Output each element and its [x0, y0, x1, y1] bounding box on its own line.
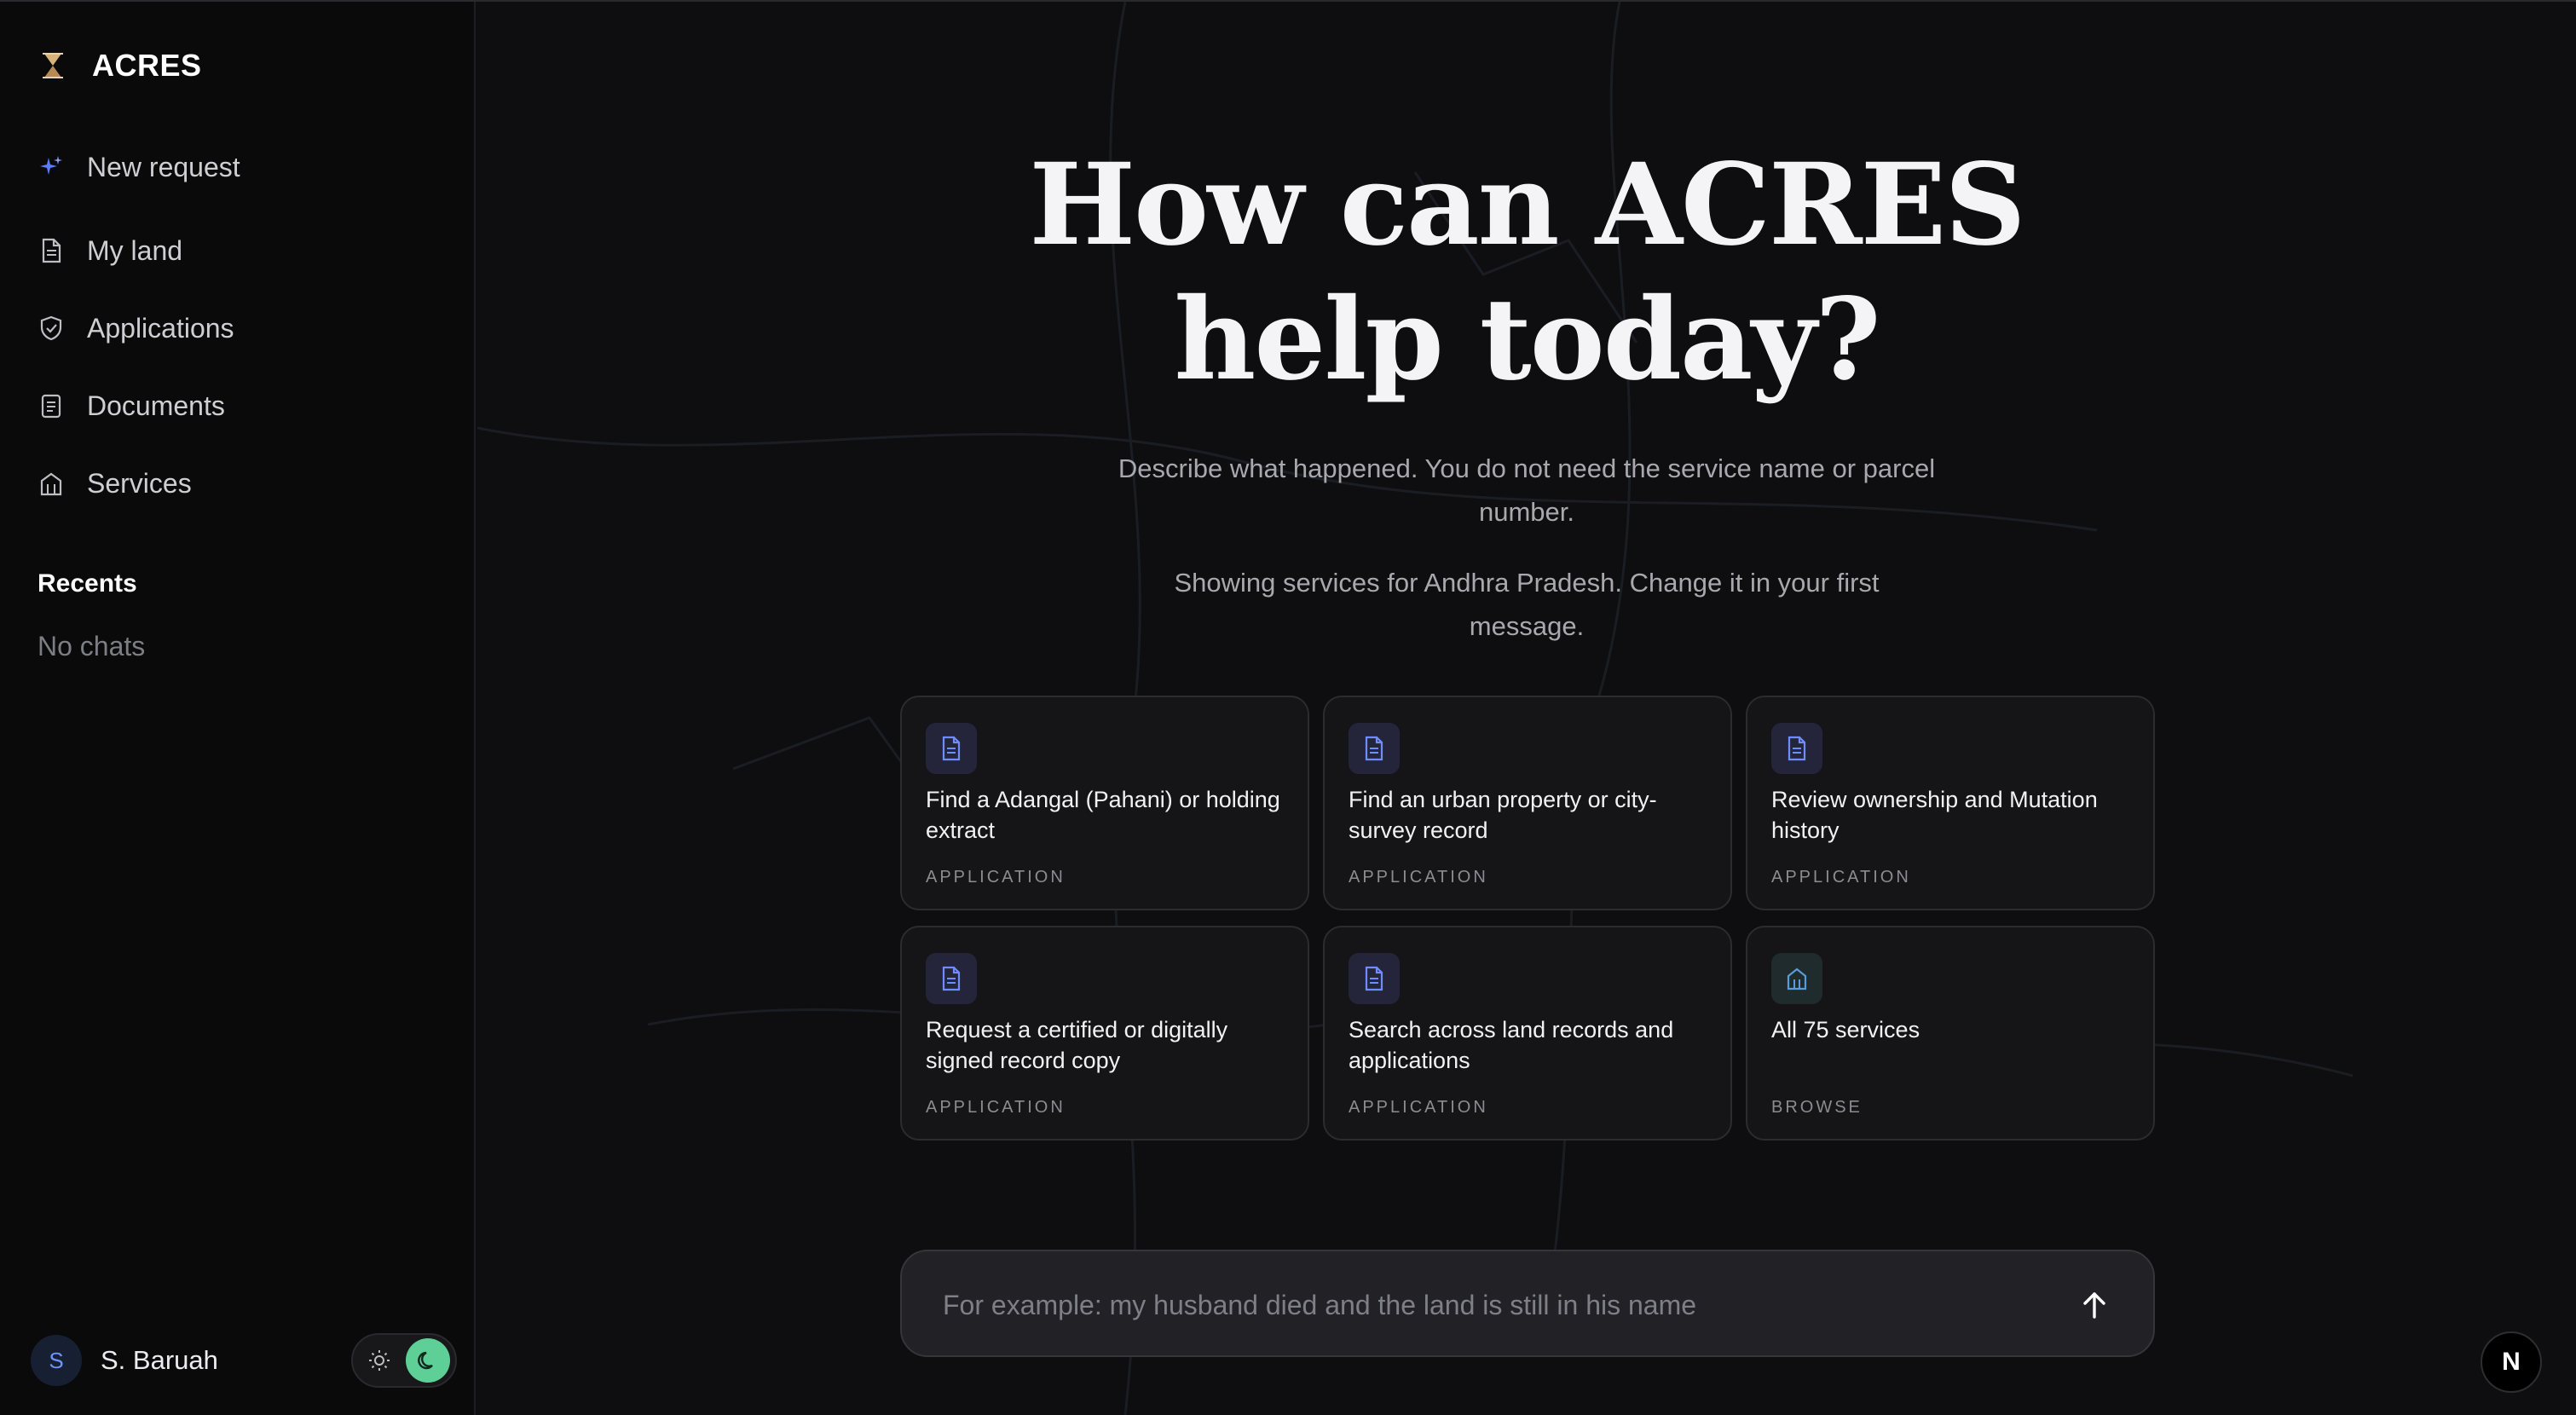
- moon-icon[interactable]: [406, 1338, 450, 1383]
- sidebar-item-my-land[interactable]: My land: [38, 228, 447, 273]
- card-tag: APPLICATION: [1349, 868, 1488, 887]
- sidebar-item-label: Documents: [87, 390, 225, 421]
- app-window: ACRES New request My land Applications D…: [0, 0, 2576, 1415]
- document-icon: [38, 237, 65, 264]
- user-profile[interactable]: S S. Baruah: [31, 1335, 218, 1386]
- sidebar-item-label: Services: [87, 467, 192, 499]
- brand-name: ACRES: [92, 48, 202, 83]
- suggestion-card[interactable]: Find an urban property or city-survey re…: [1323, 696, 1732, 910]
- suggestion-card[interactable]: Review ownership and Mutation history AP…: [1746, 696, 2155, 910]
- sidebar-item-documents[interactable]: Documents: [38, 384, 447, 428]
- user-name: S. Baruah: [101, 1345, 218, 1375]
- headline-line-2: help today?: [1174, 274, 1880, 406]
- headline-line-1: How can ACRES: [1029, 139, 2025, 271]
- card-tag: APPLICATION: [1349, 1098, 1488, 1117]
- card-tag: APPLICATION: [926, 868, 1066, 887]
- message-composer: [900, 1250, 2155, 1357]
- dev-badge[interactable]: N: [2481, 1331, 2542, 1393]
- file-icon: [38, 392, 65, 419]
- recents-heading: Recents: [38, 569, 137, 598]
- sidebar-item-services[interactable]: Services: [38, 461, 447, 505]
- page-subtitle: Describe what happened. You do not need …: [1118, 453, 1936, 527]
- send-button[interactable]: [2073, 1284, 2116, 1326]
- building-icon: [38, 470, 65, 497]
- sun-icon[interactable]: [358, 1339, 401, 1382]
- card-title: Find a Adangal (Pahani) or holding extra…: [926, 787, 1280, 843]
- card-title: All 75 services: [1771, 1017, 1920, 1042]
- sparkle-icon: [38, 153, 65, 181]
- document-icon: [1349, 723, 1400, 774]
- card-tag: BROWSE: [1771, 1098, 1863, 1117]
- hourglass-logo-icon: [43, 53, 63, 78]
- shield-check-icon: [38, 315, 65, 342]
- card-title: Search across land records and applicati…: [1349, 1017, 1674, 1073]
- document-icon: [1349, 953, 1400, 1004]
- sidebar-item-label: Applications: [87, 312, 234, 344]
- sidebar: ACRES New request My land Applications D…: [0, 2, 476, 1415]
- message-input[interactable]: [943, 1280, 2017, 1330]
- sidebar-nav: New request My land Applications Documen…: [38, 145, 447, 539]
- recents-empty-text: No chats: [38, 631, 146, 661]
- sidebar-item-applications[interactable]: Applications: [38, 306, 447, 350]
- region-note: Showing services for Andhra Pradesh. Cha…: [1174, 568, 1880, 641]
- theme-toggle[interactable]: [351, 1333, 457, 1388]
- sidebar-item-label: New request: [87, 151, 240, 182]
- suggestion-card[interactable]: Request a certified or digitally signed …: [900, 926, 1309, 1141]
- suggestion-card[interactable]: Search across land records and applicati…: [1323, 926, 1732, 1141]
- page-title: How can ACRES help today?: [477, 138, 2576, 407]
- card-tag: APPLICATION: [926, 1098, 1066, 1117]
- document-icon: [1771, 723, 1822, 774]
- main-area: How can ACRES help today? Describe what …: [477, 2, 2576, 1415]
- suggestion-card-all-services[interactable]: All 75 services BROWSE: [1746, 926, 2155, 1141]
- card-tag: APPLICATION: [1771, 868, 1911, 887]
- building-icon: [1771, 953, 1822, 1004]
- suggestion-card[interactable]: Find a Adangal (Pahani) or holding extra…: [900, 696, 1309, 910]
- avatar: S: [31, 1335, 82, 1386]
- card-title: Review ownership and Mutation history: [1771, 787, 2098, 843]
- brand[interactable]: ACRES: [38, 48, 202, 84]
- sidebar-item-new-request[interactable]: New request: [38, 145, 447, 189]
- sidebar-item-label: My land: [87, 234, 183, 266]
- arrow-up-icon: [2083, 1292, 2105, 1319]
- card-title: Request a certified or digitally signed …: [926, 1017, 1228, 1073]
- document-icon: [926, 953, 977, 1004]
- document-icon: [926, 723, 977, 774]
- card-title: Find an urban property or city-survey re…: [1349, 787, 1657, 843]
